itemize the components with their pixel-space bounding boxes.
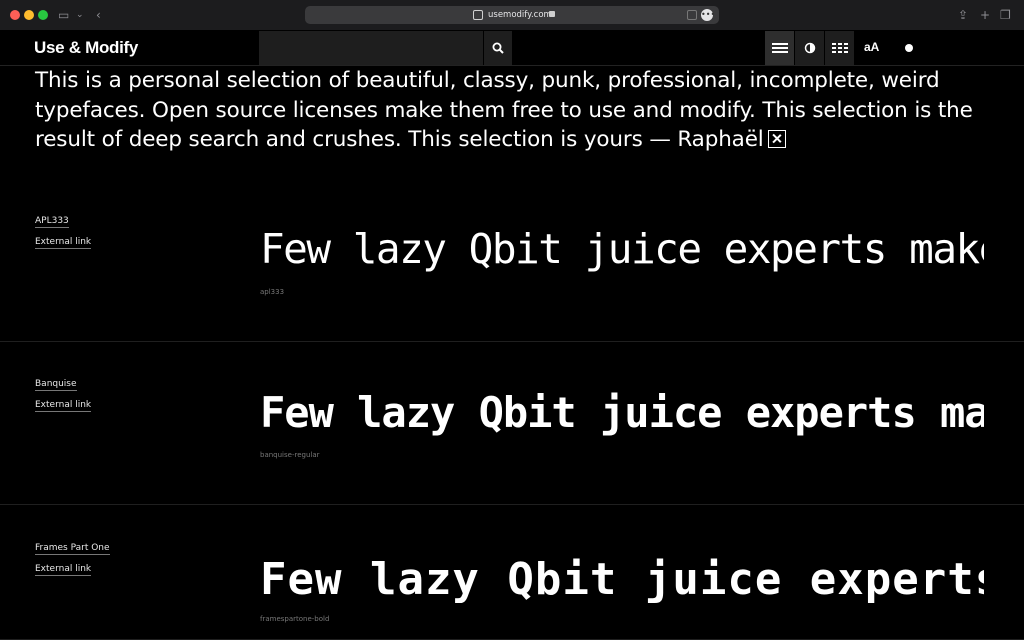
address-bar[interactable]: usemodify.com ••• [305, 6, 719, 24]
sample-text: Few lazy Qbit juice experts make do [260, 388, 984, 437]
share-icon[interactable]: ⇪ [958, 7, 968, 23]
font-sample[interactable]: Few lazy Qbit juice experts make do [260, 555, 984, 605]
font-size-label: aA [864, 40, 880, 54]
url-text: usemodify.com [488, 10, 552, 20]
lock-icon [549, 11, 555, 17]
sample-text: Few lazy Qbit juice experts make do [260, 555, 984, 605]
font-row: Banquise External link Few lazy Qbit jui… [0, 342, 1024, 505]
search-icon [492, 42, 504, 54]
site-header: Use & Modify aA [0, 30, 1024, 66]
tab-overview-icon[interactable]: ❐ [1000, 7, 1011, 23]
extension-icon[interactable] [687, 10, 697, 20]
sample-text: Few lazy Qbit juice experts make do [260, 225, 984, 273]
external-link[interactable]: External link [35, 399, 92, 412]
font-row: APL333 External link Few lazy Qbit juice… [0, 66, 1024, 342]
font-sample[interactable]: Few lazy Qbit juice experts make do [260, 224, 984, 274]
minimize-window-button[interactable] [24, 10, 34, 20]
search-input[interactable] [259, 31, 483, 65]
font-sample[interactable]: Few lazy Qbit juice experts make do [260, 388, 984, 438]
search-button[interactable] [484, 31, 512, 65]
site-favicon-icon [473, 10, 483, 20]
list-view-button[interactable] [765, 31, 794, 65]
theme-dot-button[interactable] [900, 42, 918, 54]
font-size-toggle-button[interactable]: aA [855, 31, 884, 65]
maximize-window-button[interactable] [38, 10, 48, 20]
external-link[interactable]: External link [35, 236, 92, 249]
close-window-button[interactable] [10, 10, 20, 20]
font-id: framespartone-bold [260, 615, 330, 623]
back-icon[interactable]: ‹ [96, 7, 101, 23]
contrast-toggle-button[interactable] [795, 31, 824, 65]
site-logo[interactable]: Use & Modify [34, 38, 138, 58]
more-options-icon[interactable]: ••• [701, 9, 715, 21]
grid-view-button[interactable] [825, 31, 854, 65]
list-icon [771, 43, 788, 53]
grid-icon [831, 43, 848, 53]
chevron-down-icon[interactable]: ⌄ [76, 7, 84, 23]
sidebar-toggle-icon[interactable]: ▭ [58, 7, 69, 23]
font-id: apl333 [260, 288, 285, 296]
font-name-link[interactable]: APL333 [35, 215, 69, 228]
new-tab-icon[interactable]: + [980, 7, 990, 23]
external-link[interactable]: External link [35, 563, 92, 576]
dot-icon [905, 44, 913, 52]
browser-toolbar: ▭ ⌄ ‹ usemodify.com ••• ⇪ + ❐ [0, 0, 1024, 30]
font-name-link[interactable]: Banquise [35, 378, 77, 391]
font-row: Frames Part One External link Few lazy Q… [0, 505, 1024, 640]
font-name-link[interactable]: Frames Part One [35, 542, 110, 555]
font-id: banquise-regular [260, 451, 320, 459]
contrast-icon [804, 42, 815, 54]
